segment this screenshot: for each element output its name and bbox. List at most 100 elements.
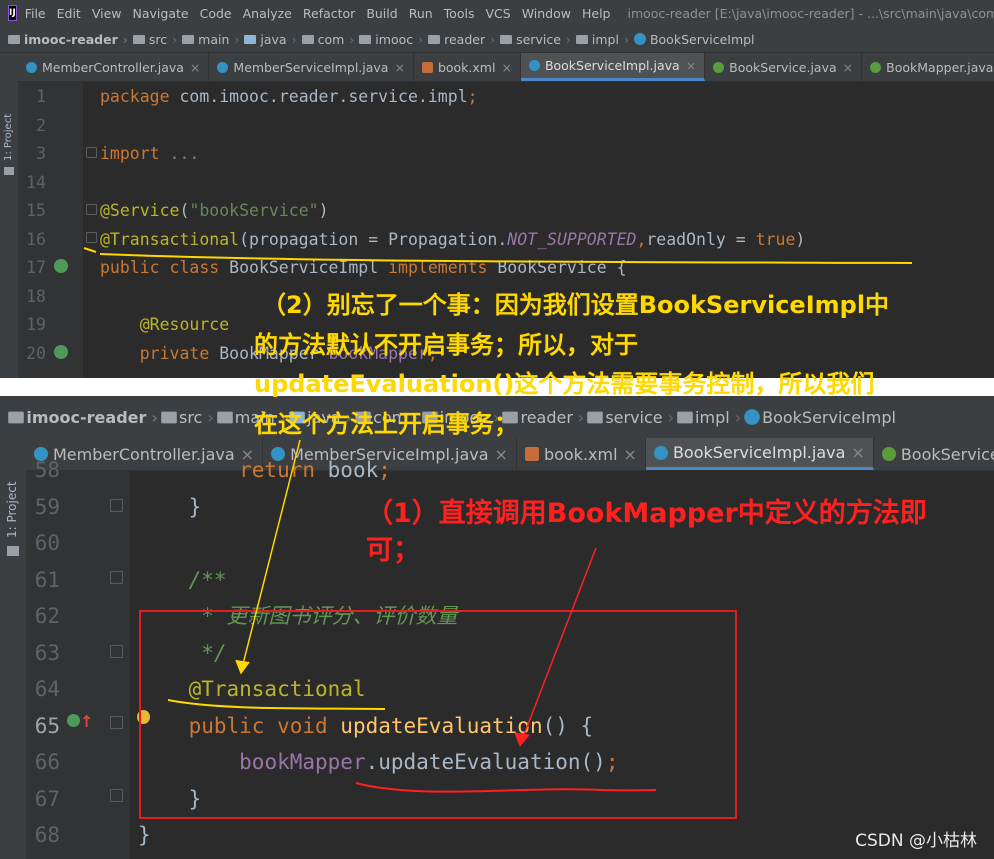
chevron-right-icon: › bbox=[151, 407, 158, 427]
close-icon[interactable]: × bbox=[624, 445, 637, 464]
close-icon[interactable]: × bbox=[394, 60, 404, 75]
code-line[interactable]: /** bbox=[138, 562, 227, 599]
line-number: 18 bbox=[26, 286, 46, 306]
breadcrumb-item-service[interactable]: service › bbox=[587, 407, 679, 427]
menu-item-view[interactable]: View bbox=[92, 6, 122, 21]
breadcrumb-item-com[interactable]: com › bbox=[301, 32, 360, 47]
breadcrumb-item-src[interactable]: src › bbox=[132, 32, 182, 47]
project-tool-label[interactable]: 1: Project bbox=[3, 114, 14, 161]
breadcrumb-item-src[interactable]: src › bbox=[161, 407, 219, 427]
breadcrumb: imooc-reader › src › main › java › com › imooc › rea… bbox=[0, 26, 994, 53]
line-number: 65 bbox=[34, 713, 60, 738]
breadcrumb-item-bookserviceimpl[interactable]: BookServiceImpl bbox=[633, 31, 755, 47]
breadcrumb-item-imooc-reader[interactable]: imooc-reader › bbox=[8, 407, 163, 427]
chevron-right-icon: › bbox=[207, 407, 214, 427]
menu-item-run[interactable]: Run bbox=[409, 6, 433, 21]
code-token: "bookService" bbox=[189, 201, 319, 220]
xml-file-icon bbox=[421, 61, 433, 73]
highlight-box bbox=[139, 610, 737, 819]
project-tool-label-bottom[interactable]: 1: Project bbox=[5, 481, 19, 538]
code-line[interactable]: package com.imooc.reader.service.impl; bbox=[100, 83, 478, 112]
close-icon[interactable]: × bbox=[843, 60, 853, 75]
project-tool-strip-bottom[interactable]: 1: Project bbox=[0, 438, 27, 859]
breadcrumb-label: imooc bbox=[375, 31, 414, 47]
breadcrumb-label: BookServiceImpl bbox=[762, 407, 896, 427]
tab-bookserviceimpl-java[interactable]: BookServiceImpl.java × bbox=[520, 53, 706, 81]
breadcrumb-item-reader[interactable]: reader › bbox=[428, 32, 500, 47]
tab-bookservice-java[interactable]: BookService.java× bbox=[705, 53, 863, 81]
menu-item-help[interactable]: Help bbox=[582, 6, 611, 21]
folder-icon bbox=[8, 411, 25, 423]
close-icon[interactable]: × bbox=[495, 445, 508, 464]
close-icon[interactable]: × bbox=[851, 443, 864, 462]
folder-icon bbox=[216, 411, 233, 423]
tab-book-xml[interactable]: book.xml × bbox=[414, 53, 521, 81]
fold-marker-icon[interactable] bbox=[86, 147, 97, 158]
breadcrumb-item-imooc-reader[interactable]: imooc-reader › bbox=[8, 32, 133, 47]
tab-bookmapper-java[interactable]: BookMapper.java× bbox=[862, 53, 994, 81]
chevron-right-icon: › bbox=[667, 407, 675, 427]
code-line[interactable]: @Resource bbox=[100, 311, 229, 340]
code-line[interactable]: } bbox=[138, 817, 151, 854]
fold-marker-icon[interactable] bbox=[110, 499, 123, 512]
watermark: CSDN @小枯林 bbox=[855, 831, 977, 851]
tab-bookserviceimpl-java[interactable]: BookServiceImpl.java × bbox=[645, 438, 874, 470]
chevron-right-icon: › bbox=[623, 31, 629, 47]
line-number: 19 bbox=[26, 315, 46, 334]
tab-membercontroller-java[interactable]: MemberController.java × bbox=[18, 53, 210, 81]
code-token: BookServiceImpl bbox=[229, 258, 389, 277]
close-icon[interactable]: × bbox=[190, 60, 200, 75]
menu-item-analyze[interactable]: Analyze bbox=[243, 6, 292, 21]
breadcrumb-label: BookServiceImpl bbox=[649, 31, 755, 47]
fold-marker-icon[interactable] bbox=[110, 571, 123, 584]
fold-marker-icon[interactable] bbox=[110, 645, 123, 658]
menu-item-code[interactable]: Code bbox=[200, 6, 232, 21]
menu-item-navigate[interactable]: Navigate bbox=[133, 6, 189, 21]
class-file-icon bbox=[26, 61, 37, 73]
fold-marker-icon[interactable] bbox=[86, 232, 97, 243]
code-line[interactable]: public class BookServiceImpl implements … bbox=[100, 254, 627, 283]
fold-marker-icon[interactable] bbox=[110, 789, 123, 802]
fold-marker-icon[interactable] bbox=[86, 204, 97, 215]
code-line[interactable]: } bbox=[138, 489, 202, 526]
class-icon bbox=[633, 33, 646, 45]
menu-item-vcs[interactable]: VCS bbox=[485, 6, 510, 21]
annotation-note-2-line: 的方法默认不开启事务；所以，对于 bbox=[254, 330, 638, 359]
implements-gutter-icon[interactable] bbox=[54, 259, 68, 273]
code-line[interactable]: import ... bbox=[100, 140, 199, 169]
breadcrumb-item-service[interactable]: service › bbox=[500, 32, 576, 47]
code-line[interactable]: @Transactional(propagation = Propagation… bbox=[100, 226, 805, 255]
close-icon[interactable]: × bbox=[501, 60, 511, 75]
fold-marker-icon[interactable] bbox=[110, 716, 123, 729]
breadcrumb-item-imooc[interactable]: imooc › bbox=[359, 32, 428, 47]
line-number: 3 bbox=[36, 144, 46, 163]
code-line[interactable]: return book; bbox=[138, 452, 391, 489]
code-token: return bbox=[138, 458, 328, 482]
tab-memberserviceimpl-java[interactable]: MemberServiceImpl.java × bbox=[209, 53, 414, 81]
breadcrumb-item-impl[interactable]: impl › bbox=[677, 408, 746, 427]
menu-item-edit[interactable]: Edit bbox=[57, 6, 81, 21]
folder-icon bbox=[428, 34, 441, 44]
tab-bookservice-java[interactable]: BookService.java× bbox=[874, 438, 994, 470]
menu-item-window[interactable]: Window bbox=[522, 6, 571, 21]
folder-icon bbox=[575, 34, 588, 44]
menu-item-refactor[interactable]: Refactor bbox=[303, 6, 355, 21]
tab-book-xml[interactable]: book.xml × bbox=[517, 438, 646, 470]
menu-item-file[interactable]: File bbox=[25, 6, 46, 21]
breadcrumb-item-impl[interactable]: impl › bbox=[575, 31, 634, 47]
injection-gutter-icon[interactable] bbox=[54, 345, 68, 359]
code-token: @Service bbox=[100, 201, 180, 220]
breadcrumb-label: imooc-reader bbox=[24, 31, 118, 47]
menu-item-build[interactable]: Build bbox=[366, 6, 397, 21]
breadcrumb-item-main[interactable]: main › bbox=[182, 32, 244, 47]
project-tool-strip[interactable]: 1: Project bbox=[0, 53, 19, 378]
overrides-gutter-icon[interactable] bbox=[67, 714, 80, 727]
menu-item-tools[interactable]: Tools bbox=[444, 6, 475, 21]
folder-icon bbox=[132, 34, 145, 44]
code-token: } bbox=[138, 494, 202, 519]
code-token: (propagation = Propagation. bbox=[239, 229, 508, 249]
breadcrumb-item-bookserviceimpl[interactable]: BookServiceImpl bbox=[744, 407, 896, 427]
breadcrumb-item-java[interactable]: java › bbox=[244, 32, 301, 47]
close-icon[interactable]: × bbox=[686, 58, 696, 73]
code-line[interactable]: @Service("bookService") bbox=[100, 197, 329, 226]
